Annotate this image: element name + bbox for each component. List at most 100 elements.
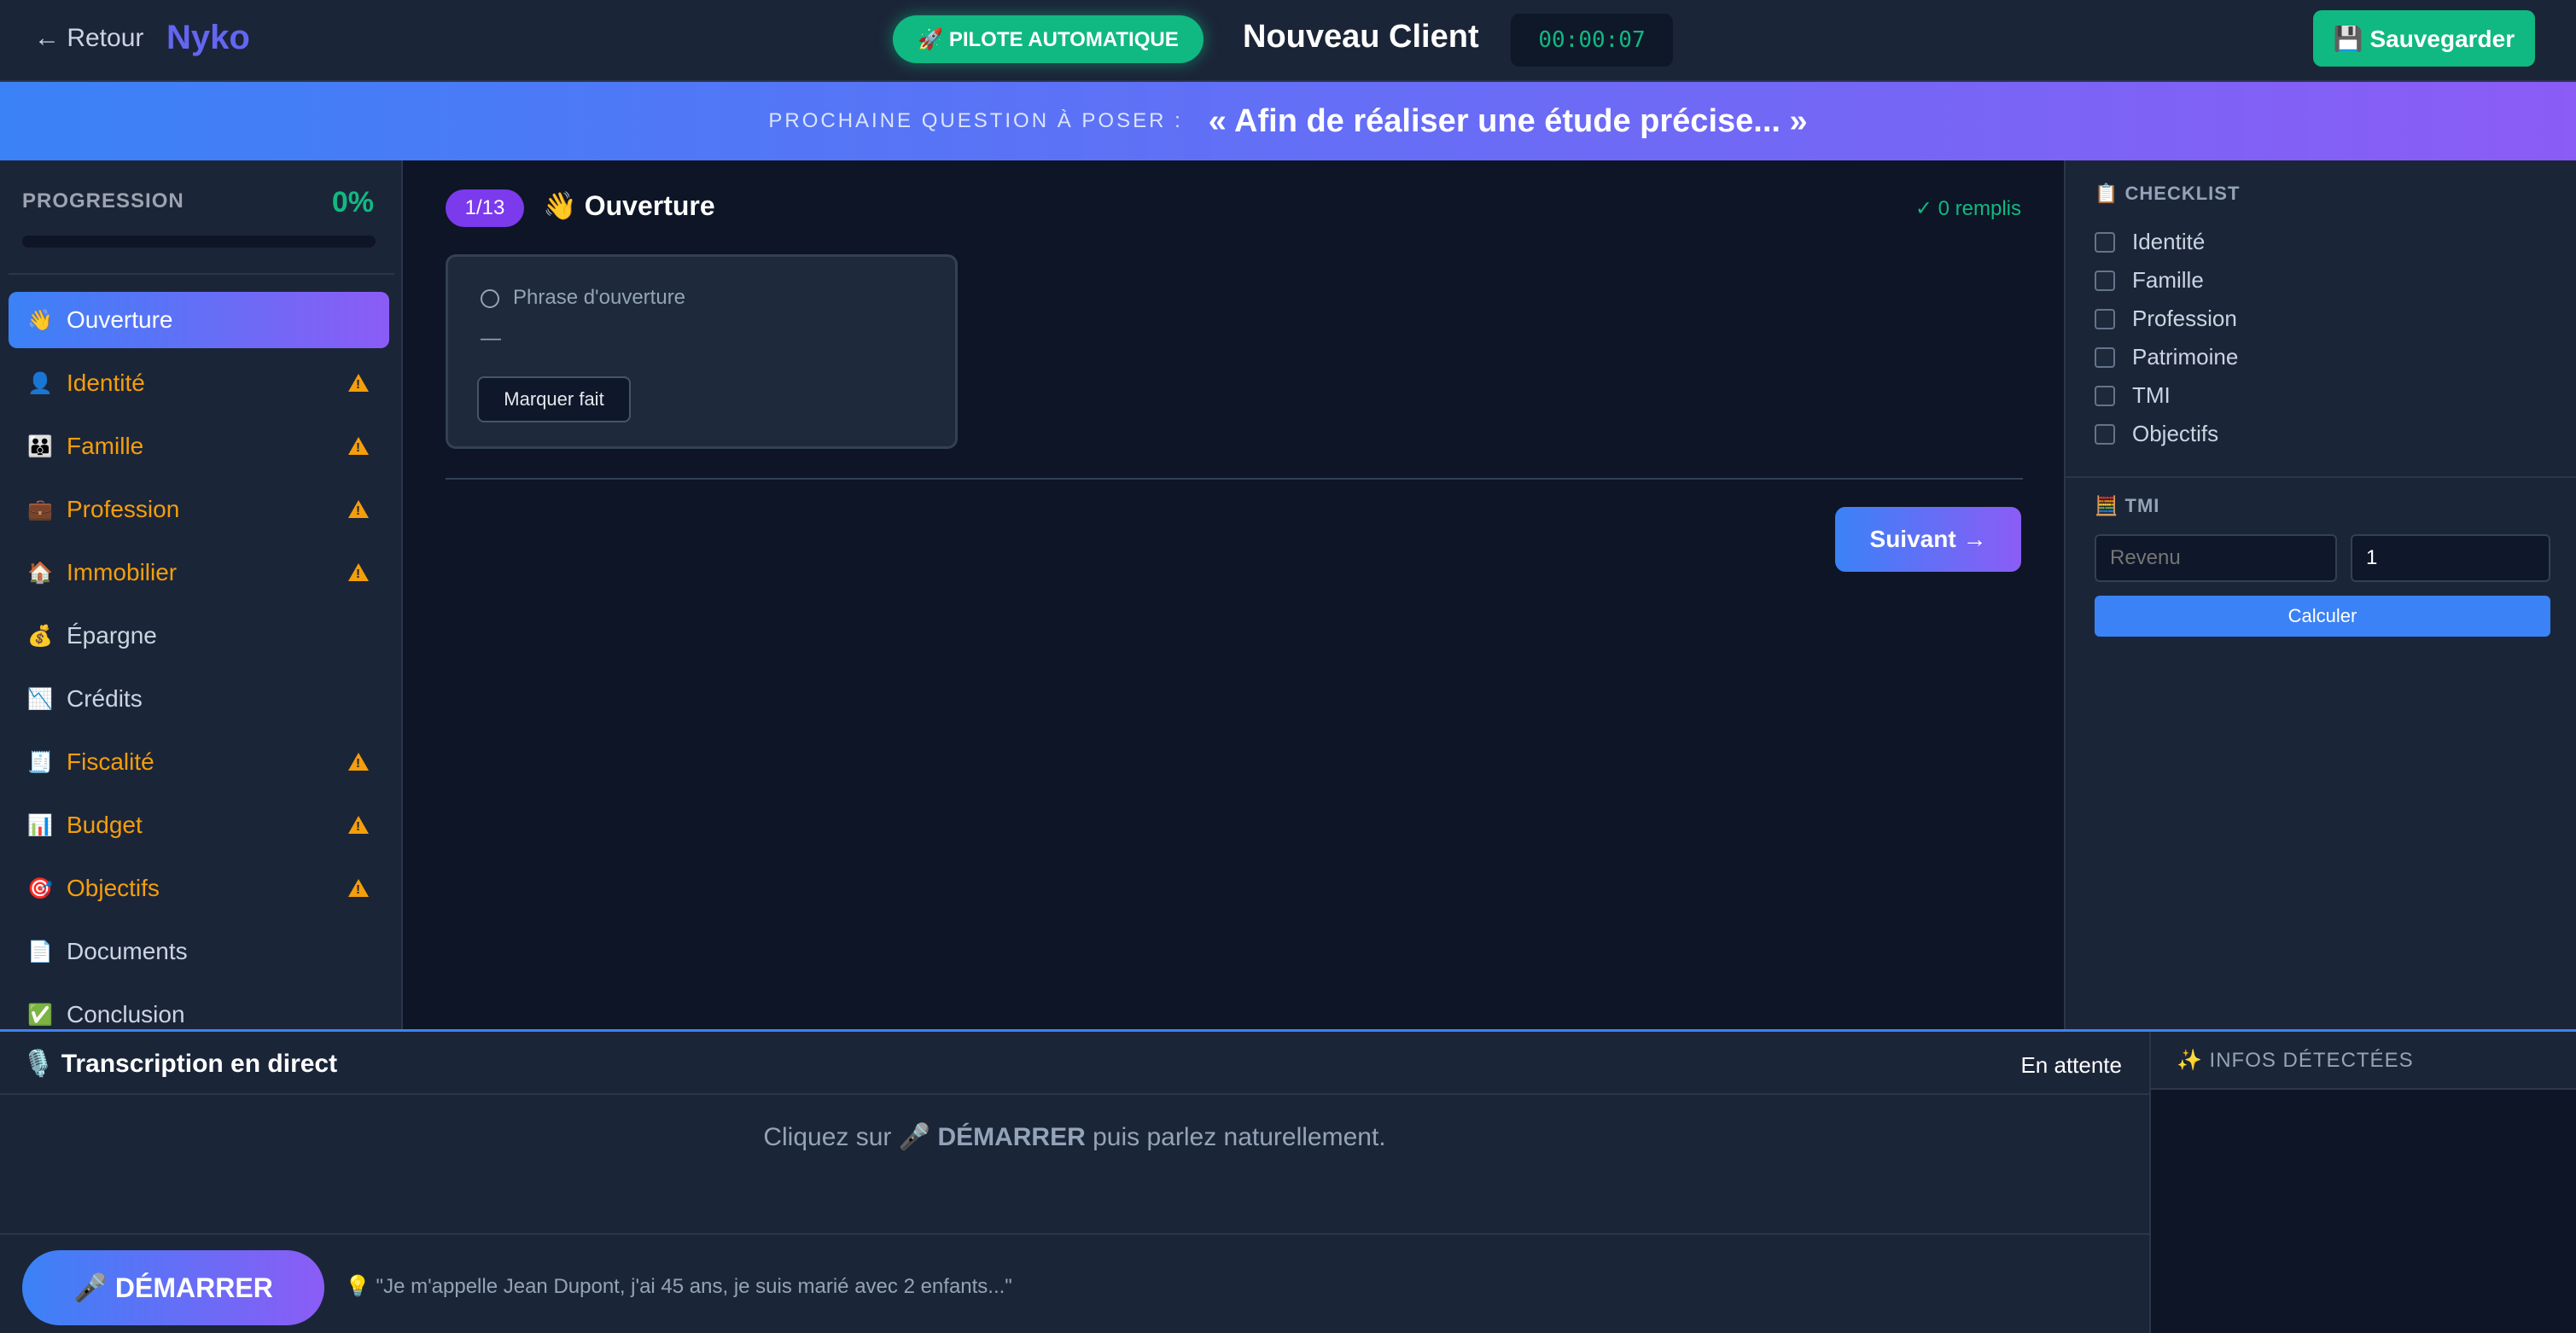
- sidebar-item-label: Profession: [67, 496, 180, 522]
- checklist-title: 📋 CHECKLIST: [2095, 183, 2241, 204]
- checkbox[interactable]: [2095, 385, 2115, 406]
- calculate-button[interactable]: Calculer: [2095, 596, 2550, 637]
- sidebar-item-label: Épargne: [67, 622, 157, 649]
- example-hint: 💡 "Je m'appelle Jean Dupont, j'ai 45 ans…: [345, 1275, 1012, 1298]
- checklist-item-profession[interactable]: Profession: [2095, 306, 2237, 332]
- checkbox[interactable]: [2095, 231, 2115, 253]
- checkbox[interactable]: [2095, 423, 2115, 445]
- warning-icon: [348, 879, 369, 897]
- autopilot-button[interactable]: 🚀 PILOTE AUTOMATIQUE: [893, 15, 1203, 63]
- section-icon: 💼: [27, 498, 53, 521]
- transcription-footer: 🎤 DÉMARRER 💡 "Je m'appelle Jean Dupont, …: [0, 1233, 2149, 1333]
- instruction-pre: Cliquez sur 🎤: [763, 1123, 938, 1151]
- tmi-title: 🧮 TMI: [2095, 495, 2160, 516]
- question-card: Phrase d'ouverture — Marquer fait: [446, 254, 958, 449]
- main-divider: [446, 478, 2023, 480]
- sidebar-item-documents[interactable]: 📄 Documents: [9, 923, 389, 980]
- parts-input[interactable]: [2351, 534, 2550, 582]
- warning-icon: [348, 374, 369, 392]
- section-icon: 📉: [27, 687, 53, 711]
- app-root: ← Retour Nyko 🚀 PILOTE AUTOMATIQUE Nouve…: [0, 0, 2576, 1333]
- section-icon: 📊: [27, 813, 53, 837]
- mark-done-button[interactable]: Marquer fait: [477, 376, 631, 422]
- question-label: Phrase d'ouverture: [513, 286, 686, 309]
- next-question-label: PROCHAINE QUESTION À POSER :: [768, 109, 1183, 132]
- next-question-text: « Afin de réaliser une étude précise... …: [1208, 102, 1808, 139]
- panel-divider: [2066, 476, 2576, 478]
- section-icon: 🎯: [27, 876, 53, 900]
- detected-info-title: ✨ INFOS DÉTECTÉES: [2151, 1032, 2576, 1090]
- transcription-header: 🎙️ Transcription en direct En attente: [0, 1032, 2149, 1095]
- right-panel: 📋 CHECKLIST Identité Famille Profession …: [2064, 160, 2576, 1029]
- next-button[interactable]: Suivant →: [1835, 507, 2021, 572]
- transcription-panel: 🎙️ Transcription en direct En attente Cl…: [0, 1029, 2576, 1333]
- instruction-post: puis parlez naturellement.: [1085, 1123, 1386, 1151]
- progress-value: 0%: [331, 186, 374, 218]
- sidebar-item-credits[interactable]: 📉 Crédits: [9, 671, 389, 727]
- sidebar-item-label: Identité: [67, 370, 145, 396]
- warning-icon: [348, 500, 369, 518]
- checklist-label: Identité: [2132, 229, 2206, 254]
- section-icon: 👤: [27, 371, 53, 395]
- transcription-status: En attente: [2020, 1052, 2122, 1078]
- checklist-item-famille[interactable]: Famille: [2095, 267, 2204, 294]
- section-icon: 📄: [27, 940, 53, 963]
- sidebar-item-immobilier[interactable]: 🏠 Immobilier: [9, 544, 389, 601]
- checkbox[interactable]: [2095, 346, 2115, 368]
- section-icon: 💰: [27, 624, 53, 648]
- sidebar-divider: [9, 273, 394, 275]
- sidebar-item-label: Ouverture: [67, 306, 173, 333]
- instruction-text: Cliquez sur 🎤 DÉMARRER puis parlez natur…: [763, 1122, 1385, 1233]
- sidebar-item-epargne[interactable]: 💰 Épargne: [9, 608, 389, 664]
- progress-label: PROGRESSION: [22, 189, 184, 212]
- warning-icon: [348, 816, 369, 834]
- checkbox[interactable]: [2095, 270, 2115, 291]
- session-timer: 00:00:07: [1511, 14, 1673, 67]
- next-question-banner: PROCHAINE QUESTION À POSER : « Afin de r…: [0, 82, 2576, 160]
- step-badge: 1/13: [446, 189, 524, 227]
- warning-icon: [348, 437, 369, 455]
- client-name-title: Nouveau Client: [1243, 19, 1479, 55]
- filled-count: ✓ 0 remplis: [1915, 197, 2021, 220]
- question-value: —: [481, 327, 501, 350]
- checklist-label: Patrimoine: [2132, 344, 2239, 370]
- section-icon: 👋: [27, 308, 53, 332]
- back-link[interactable]: ← Retour: [34, 24, 143, 53]
- warning-icon: [348, 753, 369, 771]
- sidebar-item-budget[interactable]: 📊 Budget: [9, 797, 389, 853]
- sidebar-item-label: Famille: [67, 433, 144, 459]
- checklist-label: Famille: [2132, 267, 2204, 293]
- section-icon: 👪: [27, 434, 53, 458]
- sidebar-item-label: Budget: [67, 812, 143, 838]
- checklist-item-objectifs[interactable]: Objectifs: [2095, 421, 2218, 447]
- sidebar-item-objectifs[interactable]: 🎯 Objectifs: [9, 860, 389, 917]
- sidebar-item-identite[interactable]: 👤 Identité: [9, 355, 389, 411]
- sidebar-item-conclusion[interactable]: ✅ Conclusion: [9, 987, 389, 1029]
- sidebar-item-label: Documents: [67, 938, 188, 964]
- save-button[interactable]: 💾 Sauvegarder: [2313, 10, 2535, 67]
- sidebar-item-famille[interactable]: 👪 Famille: [9, 418, 389, 474]
- sidebar-item-fiscalite[interactable]: 🧾 Fiscalité: [9, 734, 389, 790]
- start-recording-button[interactable]: 🎤 DÉMARRER: [22, 1250, 324, 1325]
- sidebar-item-label: Fiscalité: [67, 748, 154, 775]
- main-panel: 1/13 👋 Ouverture ✓ 0 remplis Phrase d'ou…: [405, 160, 2064, 1029]
- sidebar-item-profession[interactable]: 💼 Profession: [9, 481, 389, 538]
- checklist-label: TMI: [2132, 382, 2171, 408]
- checklist-item-identite[interactable]: Identité: [2095, 229, 2205, 255]
- brand-logo: Nyko: [166, 19, 250, 56]
- progress-bar: [22, 236, 376, 247]
- checklist-label: Objectifs: [2132, 421, 2219, 446]
- section-title: 👋 Ouverture: [543, 190, 715, 221]
- instruction-bold: DÉMARRER: [937, 1123, 1086, 1151]
- checkbox[interactable]: [2095, 308, 2115, 329]
- section-nav: 👋 Ouverture 👤 Identité 👪 Famille 💼 Profession 🏠 I…: [9, 292, 389, 1029]
- status-radio-icon: [481, 289, 499, 308]
- revenue-input[interactable]: [2095, 534, 2337, 582]
- section-icon: 🏠: [27, 561, 53, 585]
- checklist-item-tmi[interactable]: TMI: [2095, 382, 2171, 409]
- sections-sidebar: PROGRESSION 0% 👋 Ouverture 👤 Identité 👪 Famil…: [0, 160, 403, 1029]
- warning-icon: [348, 563, 369, 581]
- checklist-item-patrimoine[interactable]: Patrimoine: [2095, 344, 2238, 370]
- sidebar-item-label: Objectifs: [67, 875, 160, 901]
- sidebar-item-ouverture[interactable]: 👋 Ouverture: [9, 292, 389, 348]
